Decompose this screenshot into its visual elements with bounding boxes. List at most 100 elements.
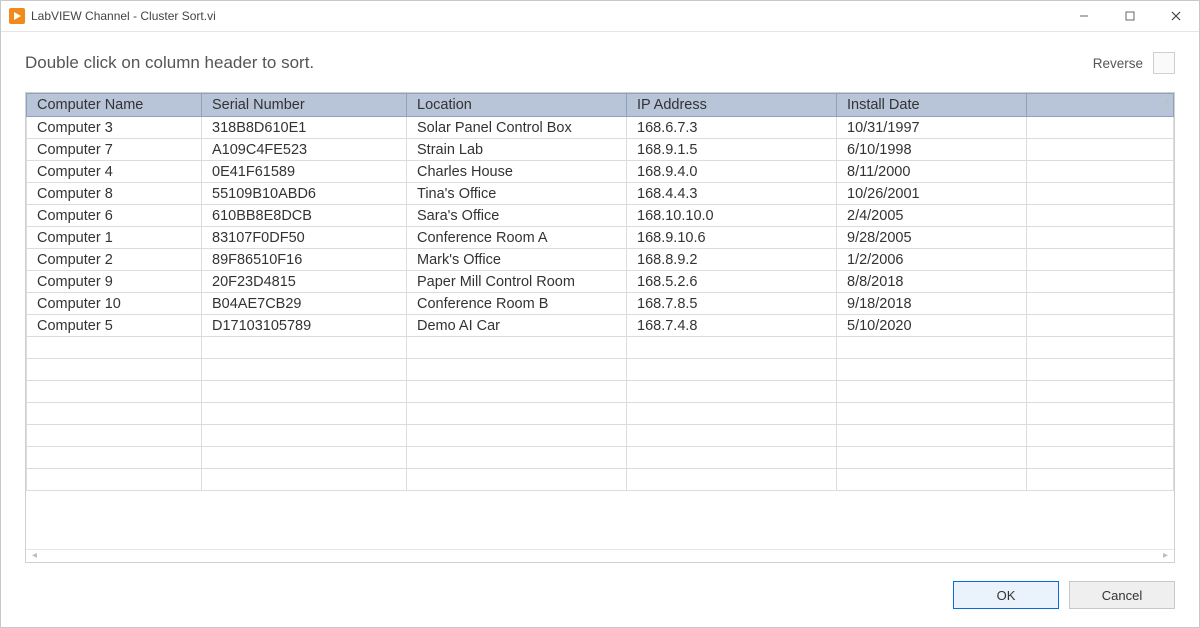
cell-name: Computer 1 xyxy=(27,227,202,249)
cell-location: Solar Panel Control Box xyxy=(407,117,627,139)
cell-empty xyxy=(837,447,1027,469)
cell-empty xyxy=(202,381,407,403)
cell-empty xyxy=(627,447,837,469)
top-row: Double click on column header to sort. R… xyxy=(25,52,1175,74)
col-header-serial-number[interactable]: Serial Number xyxy=(202,94,407,117)
cell-empty xyxy=(27,337,202,359)
cell-date: 2/4/2005 xyxy=(837,205,1027,227)
col-header-computer-name[interactable]: Computer Name xyxy=(27,94,202,117)
col-header-install-date[interactable]: Install Date xyxy=(837,94,1027,117)
table-row-empty[interactable] xyxy=(27,447,1174,469)
scroll-up-icon[interactable]: ▴ xyxy=(1161,94,1173,106)
cell-date: 9/18/2018 xyxy=(837,293,1027,315)
scroll-left-icon[interactable]: ◂ xyxy=(32,551,37,561)
table-row[interactable]: Computer 920F23D4815Paper Mill Control R… xyxy=(27,271,1174,293)
table-row-empty[interactable] xyxy=(27,469,1174,491)
cell-ip: 168.7.8.5 xyxy=(627,293,837,315)
cell-extra xyxy=(1027,293,1174,315)
table-row[interactable]: Computer 855109B10ABD6Tina's Office168.4… xyxy=(27,183,1174,205)
table-row[interactable]: Computer 40E41F61589Charles House168.9.4… xyxy=(27,161,1174,183)
cell-location: Conference Room B xyxy=(407,293,627,315)
cell-empty xyxy=(27,381,202,403)
cell-empty xyxy=(407,381,627,403)
cell-serial: 20F23D4815 xyxy=(202,271,407,293)
table-row[interactable]: Computer 183107F0DF50Conference Room A16… xyxy=(27,227,1174,249)
table-row[interactable]: Computer 289F86510F16Mark's Office168.8.… xyxy=(27,249,1174,271)
data-table-container: Computer Name Serial Number Location IP … xyxy=(25,92,1175,563)
cell-empty xyxy=(27,425,202,447)
cell-empty xyxy=(627,425,837,447)
cell-serial: 83107F0DF50 xyxy=(202,227,407,249)
table-row[interactable]: Computer 3318B8D610E1Solar Panel Control… xyxy=(27,117,1174,139)
cell-serial: 0E41F61589 xyxy=(202,161,407,183)
cell-serial: A109C4FE523 xyxy=(202,139,407,161)
table-row-empty[interactable] xyxy=(27,359,1174,381)
cell-ip: 168.10.10.0 xyxy=(627,205,837,227)
table-row[interactable]: Computer 6610BB8E8DCBSara's Office168.10… xyxy=(27,205,1174,227)
cell-ip: 168.9.1.5 xyxy=(627,139,837,161)
cell-empty xyxy=(627,469,837,491)
cell-empty xyxy=(202,359,407,381)
scroll-right-icon[interactable]: ▸ xyxy=(1163,551,1168,561)
cell-empty xyxy=(837,425,1027,447)
cell-empty xyxy=(837,359,1027,381)
ok-button[interactable]: OK xyxy=(953,581,1059,609)
cell-name: Computer 8 xyxy=(27,183,202,205)
cell-date: 1/2/2006 xyxy=(837,249,1027,271)
cell-empty xyxy=(627,381,837,403)
vertical-scrollbar[interactable]: ▴ xyxy=(1161,94,1173,535)
cell-empty xyxy=(1027,337,1174,359)
cell-serial: D17103105789 xyxy=(202,315,407,337)
cell-extra xyxy=(1027,249,1174,271)
cell-serial: 55109B10ABD6 xyxy=(202,183,407,205)
cell-empty xyxy=(407,337,627,359)
cell-empty xyxy=(1027,469,1174,491)
cell-ip: 168.9.10.6 xyxy=(627,227,837,249)
reverse-checkbox[interactable] xyxy=(1153,52,1175,74)
cell-empty xyxy=(407,359,627,381)
close-button[interactable] xyxy=(1153,1,1199,31)
cell-location: Demo AI Car xyxy=(407,315,627,337)
cell-extra xyxy=(1027,315,1174,337)
cancel-button[interactable]: Cancel xyxy=(1069,581,1175,609)
col-header-ip-address[interactable]: IP Address xyxy=(627,94,837,117)
minimize-button[interactable] xyxy=(1061,1,1107,31)
horizontal-scrollbar[interactable]: ◂ ▸ xyxy=(26,549,1174,562)
cell-extra xyxy=(1027,161,1174,183)
cell-ip: 168.8.9.2 xyxy=(627,249,837,271)
cell-empty xyxy=(202,447,407,469)
cell-name: Computer 5 xyxy=(27,315,202,337)
cell-empty xyxy=(27,447,202,469)
content-area: Double click on column header to sort. R… xyxy=(1,32,1199,627)
cell-name: Computer 9 xyxy=(27,271,202,293)
cell-empty xyxy=(407,403,627,425)
cell-empty xyxy=(837,381,1027,403)
table-row-empty[interactable] xyxy=(27,403,1174,425)
cell-date: 5/10/2020 xyxy=(837,315,1027,337)
table-row-empty[interactable] xyxy=(27,337,1174,359)
cell-name: Computer 10 xyxy=(27,293,202,315)
col-header-location[interactable]: Location xyxy=(407,94,627,117)
data-table: Computer Name Serial Number Location IP … xyxy=(26,93,1174,491)
cell-name: Computer 6 xyxy=(27,205,202,227)
cell-empty xyxy=(407,447,627,469)
table-row[interactable]: Computer 5D17103105789Demo AI Car168.7.4… xyxy=(27,315,1174,337)
cell-date: 8/8/2018 xyxy=(837,271,1027,293)
table-scroll-area: Computer Name Serial Number Location IP … xyxy=(26,93,1174,549)
table-row-empty[interactable] xyxy=(27,425,1174,447)
dialog-footer: OK Cancel xyxy=(25,581,1175,609)
maximize-button[interactable] xyxy=(1107,1,1153,31)
reverse-label: Reverse xyxy=(1093,56,1143,71)
cell-extra xyxy=(1027,227,1174,249)
cell-empty xyxy=(837,403,1027,425)
cell-serial: 318B8D610E1 xyxy=(202,117,407,139)
cell-empty xyxy=(27,469,202,491)
table-row[interactable]: Computer 7A109C4FE523Strain Lab168.9.1.5… xyxy=(27,139,1174,161)
col-header-extra[interactable] xyxy=(1027,94,1174,117)
cell-empty xyxy=(202,403,407,425)
cell-empty xyxy=(627,359,837,381)
cell-ip: 168.6.7.3 xyxy=(627,117,837,139)
table-row[interactable]: Computer 10B04AE7CB29Conference Room B16… xyxy=(27,293,1174,315)
table-row-empty[interactable] xyxy=(27,381,1174,403)
cell-serial: B04AE7CB29 xyxy=(202,293,407,315)
